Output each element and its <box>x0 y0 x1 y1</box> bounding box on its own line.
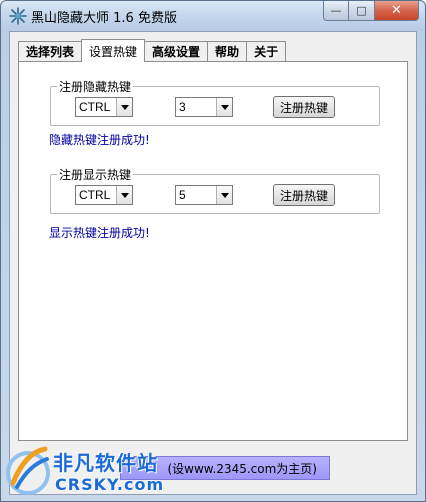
show-hotkey-group-title: 注册显示热键 <box>57 166 134 183</box>
chevron-down-icon <box>216 186 232 204</box>
tab-select-list[interactable]: 选择列表 <box>18 41 83 61</box>
show-hotkey-status: 显示热键注册成功! <box>49 226 150 240</box>
hide-key-select[interactable]: 3 <box>175 97 233 117</box>
close-button[interactable]: ✕ <box>375 1 419 21</box>
show-key-value: 5 <box>179 188 186 202</box>
tab-about[interactable]: 关于 <box>246 41 287 61</box>
hide-hotkey-status: 隐藏热键注册成功! <box>49 133 150 147</box>
chevron-down-icon <box>116 98 132 116</box>
tab-help[interactable]: 帮助 <box>207 41 248 61</box>
app-icon <box>9 7 27 25</box>
app-window: 黑山隐藏大师 1.6 免费版 — □ ✕ 选择列表 设置热键 高级设置 帮助 关… <box>0 0 426 502</box>
register-hide-hotkey-button[interactable]: 注册热键 <box>273 96 335 118</box>
watermark-logo-icon <box>6 446 50 495</box>
show-hotkey-group: 注册显示热键 CTRL 5 注册热键 <box>50 166 380 214</box>
hide-key-value: 3 <box>179 100 186 114</box>
watermark-cn-text: 非凡软件站 <box>53 451 158 475</box>
caption-buttons: — □ ✕ <box>323 1 419 21</box>
window-title: 黑山隐藏大师 1.6 免费版 <box>31 11 177 26</box>
tab-strip: 选择列表 设置热键 高级设置 帮助 关于 <box>18 39 287 62</box>
chevron-down-icon <box>116 186 132 204</box>
hide-hotkey-group-title: 注册隐藏热键 <box>57 78 134 95</box>
show-modifier-value: CTRL <box>79 188 111 202</box>
show-key-select[interactable]: 5 <box>175 185 233 205</box>
hide-hotkey-group: 注册隐藏热键 CTRL 3 注册热键 <box>50 78 380 126</box>
chevron-down-icon <box>216 98 232 116</box>
register-show-hotkey-button[interactable]: 注册热键 <box>273 184 335 206</box>
hide-modifier-value: CTRL <box>79 100 111 114</box>
tab-advanced-settings[interactable]: 高级设置 <box>144 41 209 61</box>
watermark-en-text: CRSKY.com <box>55 475 165 494</box>
title-bar[interactable]: 黑山隐藏大师 1.6 免费版 — □ ✕ <box>1 1 425 31</box>
minimize-button[interactable]: — <box>323 1 349 21</box>
hide-modifier-select[interactable]: CTRL <box>75 97 133 117</box>
show-modifier-select[interactable]: CTRL <box>75 185 133 205</box>
hotkey-settings-panel: 注册隐藏热键 CTRL 3 注册热键 隐藏热键注册成功! 注册显示热键 CTRL… <box>18 61 408 441</box>
client-area: 选择列表 设置热键 高级设置 帮助 关于 注册隐藏热键 CTRL 3 注册热键 … <box>9 31 417 495</box>
maximize-button[interactable]: □ <box>349 1 375 21</box>
watermark: 非凡软件站 CRSKY.com <box>3 441 203 501</box>
tab-hotkey-settings[interactable]: 设置热键 <box>81 39 146 62</box>
